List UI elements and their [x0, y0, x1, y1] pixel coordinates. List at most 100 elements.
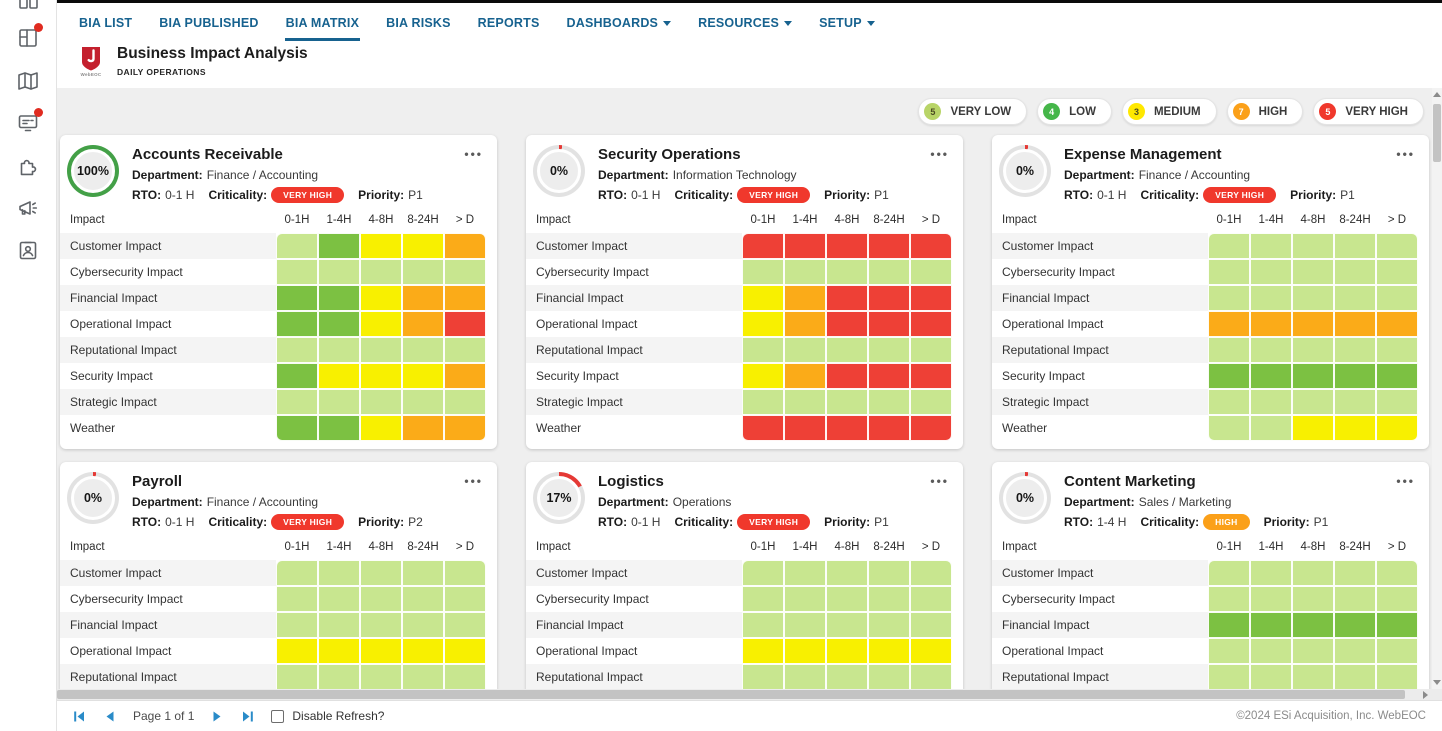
tab-bia-matrix[interactable]: BIA MATRIX [285, 12, 361, 41]
map-icon[interactable] [16, 69, 40, 93]
previous-page-button[interactable] [103, 710, 116, 723]
clipped-top-icon[interactable] [16, 0, 40, 12]
impact-cell [868, 560, 910, 586]
caret-down-icon [867, 21, 875, 26]
impact-row: Weather [992, 415, 1429, 441]
impact-cell [360, 612, 402, 638]
legend-medium[interactable]: 3 MEDIUM [1122, 98, 1217, 125]
impact-cell [402, 337, 444, 363]
impact-cell [318, 285, 360, 311]
plugins-icon[interactable] [16, 154, 40, 178]
impact-cell [784, 586, 826, 612]
impact-cell [826, 586, 868, 612]
message-board-icon[interactable] [16, 111, 40, 135]
impact-row-label: Reputational Impact [992, 337, 1208, 363]
card-title: Accounts Receivable [132, 146, 423, 163]
rto-line: RTO:1-4 H Criticality:HIGH Priority:P1 [1064, 514, 1328, 530]
boards-icon[interactable] [16, 26, 40, 50]
impact-row: Operational Impact [526, 311, 963, 337]
impact-cell [1376, 389, 1418, 415]
tab-bia-risks[interactable]: BIA RISKS [385, 12, 452, 41]
first-page-button[interactable] [73, 710, 86, 723]
impact-cell [402, 363, 444, 389]
card-menu-button[interactable]: ••• [464, 147, 483, 161]
disable-refresh-checkbox[interactable] [271, 710, 284, 723]
tab-setup[interactable]: SETUP [818, 12, 876, 41]
broadcast-icon[interactable] [16, 196, 40, 220]
completion-percent: 17% [546, 491, 571, 505]
impact-cell [742, 586, 784, 612]
impact-cell [360, 311, 402, 337]
matrix-header-row: Impact 0-1H 1-4H 4-8H 8-24H > D [526, 536, 963, 558]
scroll-up-arrow-icon[interactable] [1433, 92, 1441, 97]
impact-cell [402, 612, 444, 638]
legend-high[interactable]: 7 HIGH [1227, 98, 1304, 125]
impact-row-label: Reputational Impact [60, 664, 276, 689]
tab-dashboards[interactable]: DASHBOARDS [566, 12, 673, 41]
impact-cell [784, 415, 826, 441]
card-menu-button[interactable]: ••• [1396, 147, 1415, 161]
criticality-badge: VERY HIGH [271, 187, 344, 203]
horizontal-scrollbar[interactable] [57, 689, 1442, 700]
impact-row: Customer Impact [60, 560, 497, 586]
bia-card: 0% Content Marketing Department:Sales / … [992, 462, 1429, 689]
impact-cell [1292, 363, 1334, 389]
next-page-button[interactable] [211, 710, 224, 723]
impact-cell [1250, 586, 1292, 612]
legend-very-high[interactable]: 5 VERY HIGH [1313, 98, 1424, 125]
impact-row-label: Reputational Impact [60, 337, 276, 363]
legend-low[interactable]: 4 LOW [1037, 98, 1112, 125]
tab-reports[interactable]: REPORTS [477, 12, 541, 41]
tab-bia-published[interactable]: BIA PUBLISHED [158, 12, 259, 41]
impact-cell [910, 285, 952, 311]
tab-resources[interactable]: RESOURCES [697, 12, 793, 41]
impact-cell [784, 311, 826, 337]
impact-cell [1334, 560, 1376, 586]
impact-row: Cybersecurity Impact [992, 259, 1429, 285]
impact-cell [360, 638, 402, 664]
bia-card: 17% Logistics Department:Operations RTO:… [526, 462, 963, 689]
contacts-icon[interactable] [16, 238, 40, 262]
caret-down-icon [784, 21, 792, 26]
impact-cell [444, 363, 486, 389]
card-menu-button[interactable]: ••• [464, 474, 483, 488]
impact-row-label: Security Impact [526, 363, 742, 389]
impact-cell [444, 389, 486, 415]
impact-cell [1250, 233, 1292, 259]
impact-row-label: Financial Impact [60, 612, 276, 638]
impact-cell [1250, 389, 1292, 415]
impact-row-label: Reputational Impact [526, 337, 742, 363]
impact-cell [1376, 415, 1418, 441]
impact-cell [1334, 586, 1376, 612]
impact-cell [826, 389, 868, 415]
impact-cell [742, 233, 784, 259]
card-menu-button[interactable]: ••• [930, 474, 949, 488]
impact-cell [402, 415, 444, 441]
card-menu-button[interactable]: ••• [1396, 474, 1415, 488]
tab-bia-list[interactable]: BIA LIST [78, 12, 133, 41]
impact-cell [784, 233, 826, 259]
impact-row: Cybersecurity Impact [60, 259, 497, 285]
impact-row: Operational Impact [992, 311, 1429, 337]
impact-cell [318, 233, 360, 259]
notification-dot [34, 108, 43, 117]
impact-cell [1250, 363, 1292, 389]
vertical-scrollbar-thumb[interactable] [1433, 104, 1441, 162]
impact-cell [276, 638, 318, 664]
matrix-header-row: Impact 0-1H 1-4H 4-8H 8-24H > D [992, 536, 1429, 558]
impact-cell [910, 560, 952, 586]
impact-cell [868, 612, 910, 638]
matrix-header-row: Impact 0-1H 1-4H 4-8H 8-24H > D [992, 209, 1429, 231]
impact-cell [276, 285, 318, 311]
legend-very-low[interactable]: 5 VERY LOW [918, 98, 1027, 125]
scroll-down-arrow-icon[interactable] [1433, 680, 1441, 685]
horizontal-scrollbar-thumb[interactable] [57, 690, 1405, 699]
last-page-button[interactable] [241, 710, 254, 723]
completion-ring: 0% [67, 472, 119, 524]
card-menu-button[interactable]: ••• [930, 147, 949, 161]
vertical-scrollbar[interactable] [1432, 88, 1442, 689]
impact-row-label: Strategic Impact [992, 389, 1208, 415]
impact-cell [1334, 285, 1376, 311]
scroll-right-arrow-icon[interactable] [1423, 691, 1428, 699]
impact-row-label: Customer Impact [526, 560, 742, 586]
